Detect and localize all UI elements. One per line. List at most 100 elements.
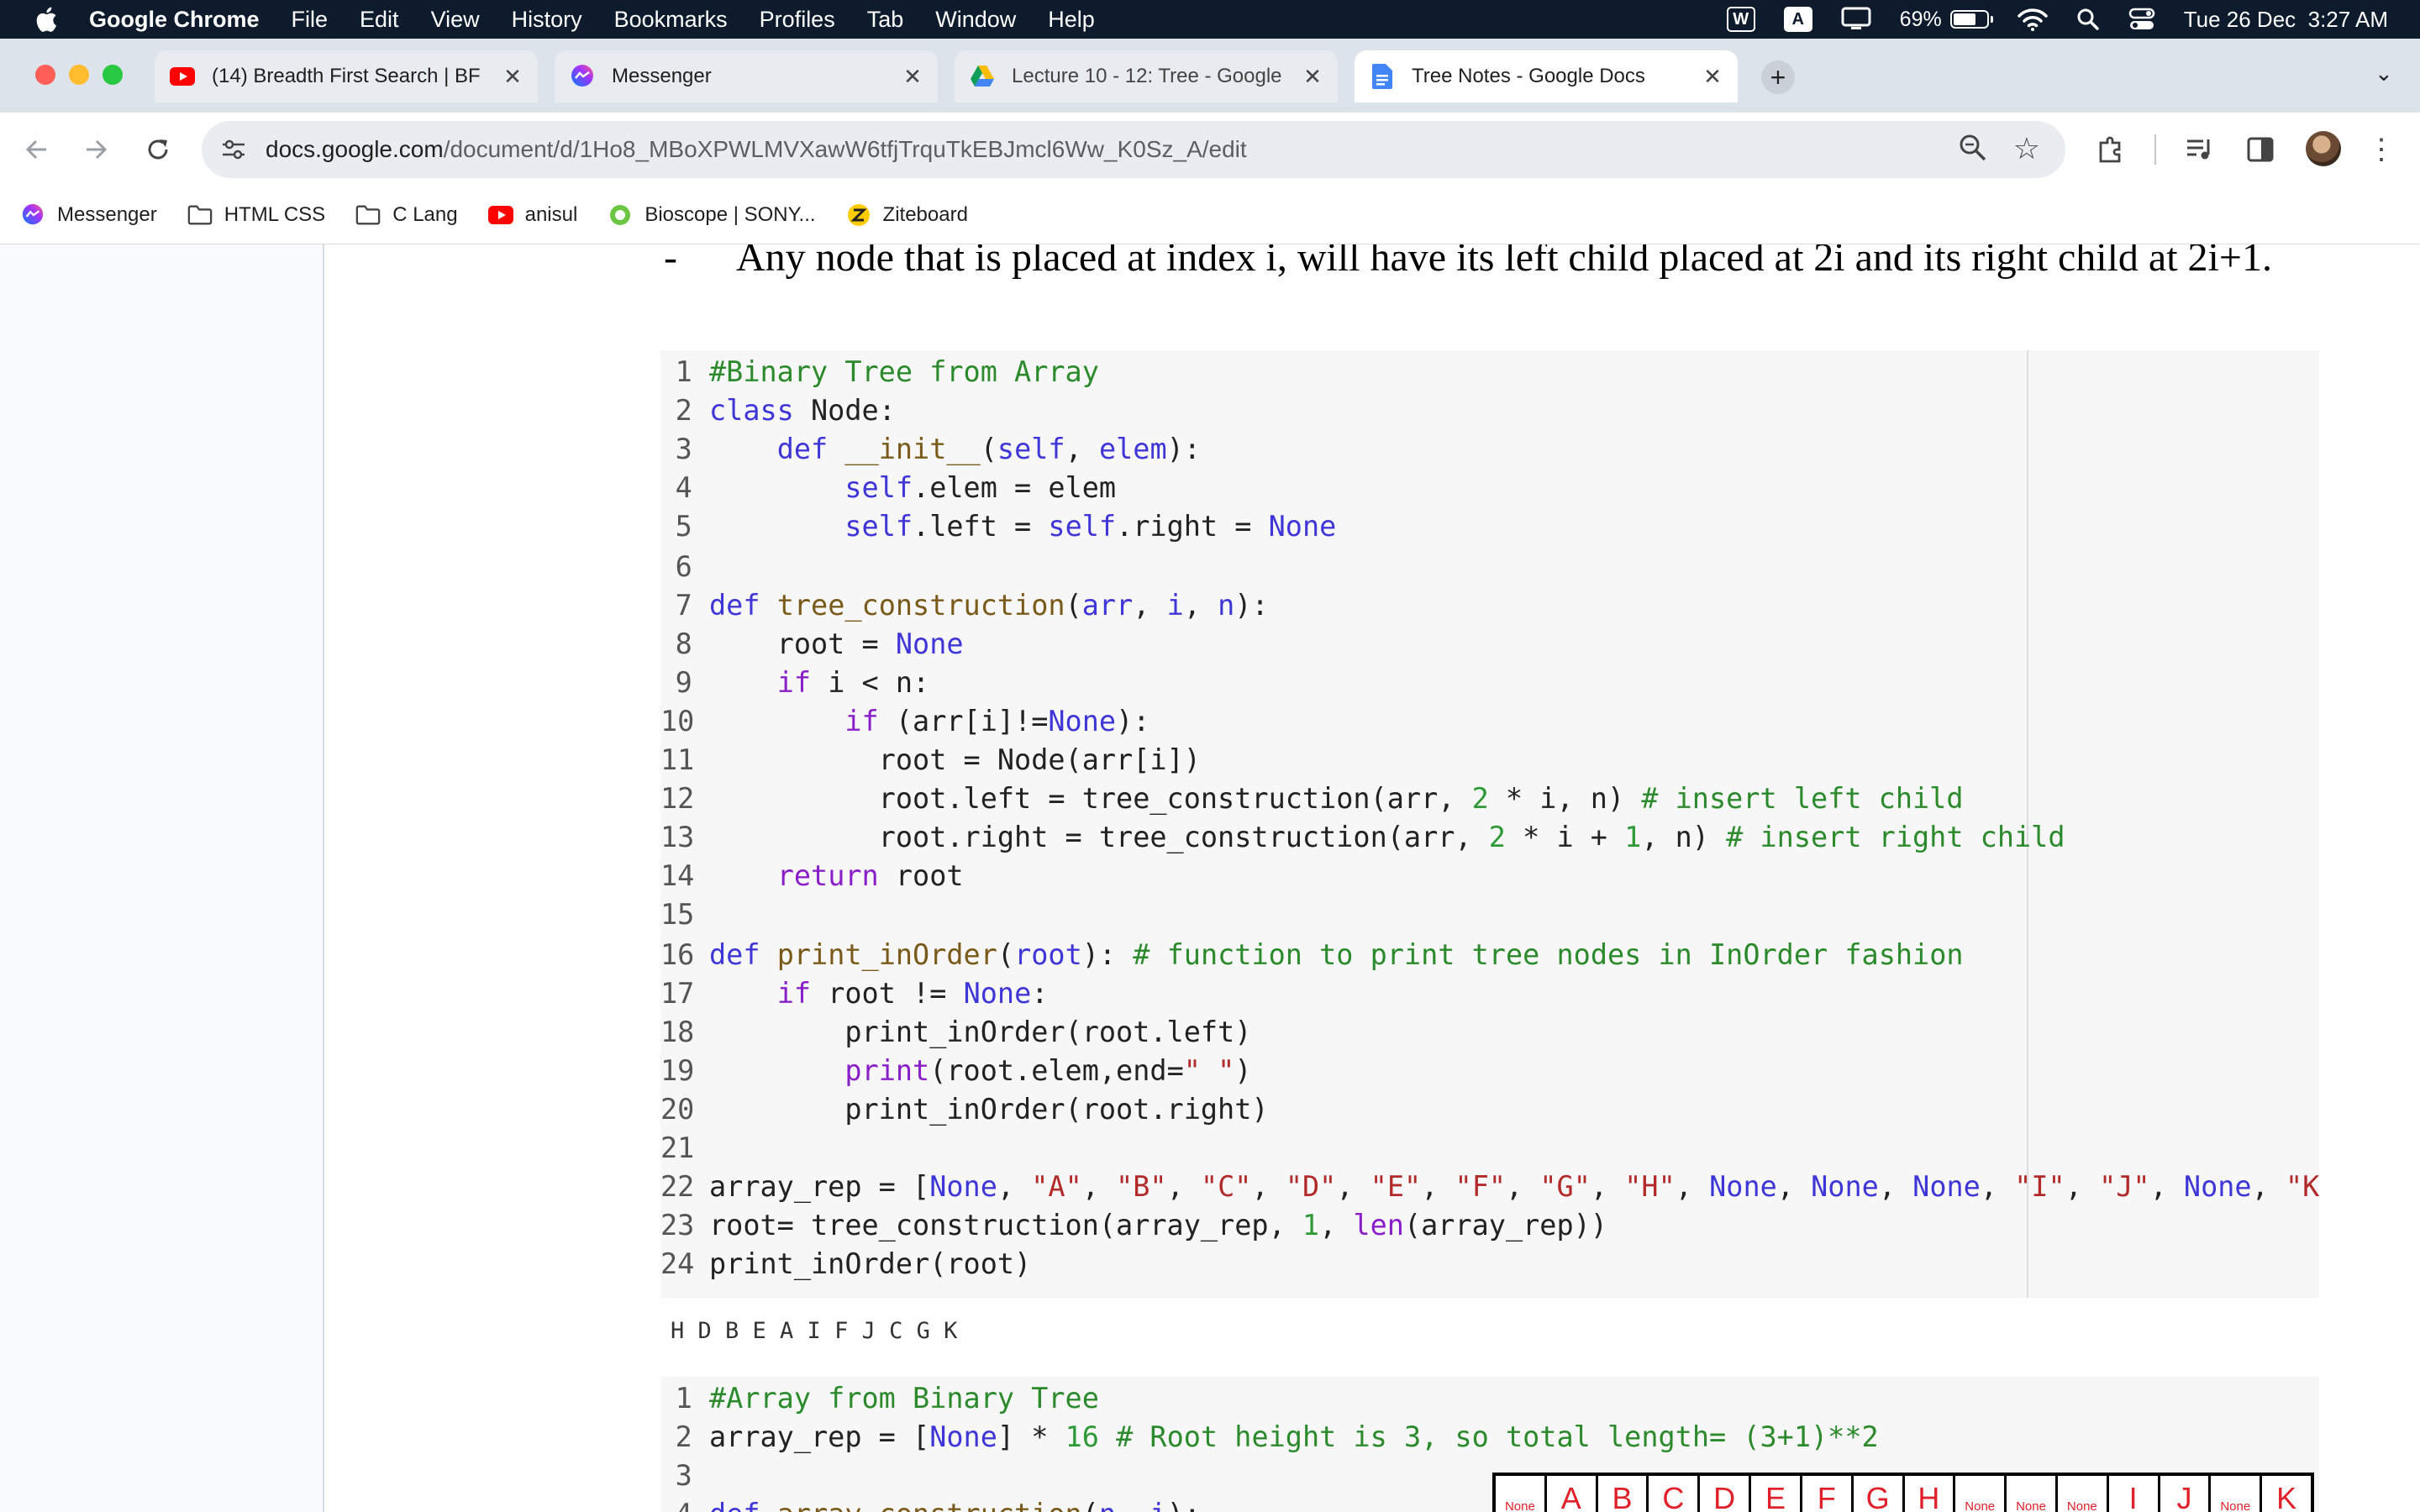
battery-percent: 69% (1899, 7, 1942, 31)
ziteboard-icon (846, 202, 871, 228)
array-cell: B (1598, 1476, 1649, 1512)
bookmark-label: anisul (524, 203, 578, 226)
wifi-icon[interactable] (2017, 8, 2048, 31)
menu-bar-clock[interactable]: Tue 26 Dec 3:27 AM (2184, 7, 2388, 33)
code-line: 21 (660, 1131, 712, 1164)
code-output-text: H D B E A I F J C G K (671, 1318, 958, 1344)
zoom-icon[interactable] (1958, 133, 1988, 167)
media-controls-icon[interactable] (2181, 131, 2218, 168)
bookmark-label: HTML CSS (224, 203, 326, 226)
code-line: 18 print_inOrder(root.left) (660, 1016, 1252, 1048)
tab-close-icon[interactable]: ✕ (897, 64, 928, 90)
menu-file[interactable]: File (292, 7, 329, 33)
array-cell: None (1496, 1476, 1547, 1512)
url-path: /document/d/1Ho8_MBoXPWLMVXawW6tfjTrquTk… (443, 136, 1247, 162)
menu-profiles[interactable]: Profiles (760, 7, 835, 33)
bookmark-label: Bioscope | SONY... (644, 203, 816, 226)
bioscope-icon (608, 202, 633, 228)
code-line: 1 #Binary Tree from Array (675, 355, 1099, 388)
menu-app-name[interactable]: Google Chrome (89, 7, 260, 33)
array-cell: I (2109, 1476, 2160, 1512)
menu-bookmarks[interactable]: Bookmarks (614, 7, 728, 33)
code-line: 1 #Array from Binary Tree (675, 1382, 1099, 1415)
extensions-icon[interactable] (2092, 131, 2129, 168)
code-line: 11 root = Node(arr[i]) (660, 743, 1201, 776)
address-bar[interactable]: docs.google.com/document/d/1Ho8_MBoXPWLM… (202, 121, 2065, 178)
window-minimize-button[interactable] (69, 65, 89, 85)
tab-close-icon[interactable]: ✕ (497, 64, 528, 90)
code-line: 24 print_inOrder(root) (660, 1247, 1032, 1280)
new-tab-button[interactable]: + (1761, 60, 1795, 94)
bookmark-label: Messenger (57, 203, 157, 226)
tab-close-icon[interactable]: ✕ (1297, 64, 1328, 90)
menu-history[interactable]: History (512, 7, 582, 33)
folder-icon (355, 202, 381, 228)
bookmark-bioscope[interactable]: Bioscope | SONY... (608, 202, 816, 228)
code-image-binary-tree-from-array[interactable]: 1 #Binary Tree from Array 2 class Node: … (660, 350, 2319, 1298)
spotlight-search-icon[interactable] (2076, 8, 2100, 31)
word-icon[interactable]: W (1726, 7, 1755, 32)
control-center-icon[interactable] (2128, 8, 2155, 31)
code-line: 14 return root (660, 859, 964, 892)
bookmark-star-icon[interactable]: ☆ (2013, 131, 2040, 166)
back-button[interactable] (17, 129, 57, 170)
bookmark-c-lang[interactable]: C Lang (355, 202, 458, 228)
profile-avatar[interactable] (2306, 131, 2341, 166)
array-cell: None (2007, 1476, 2058, 1512)
input-source-icon[interactable]: A (1783, 7, 1812, 32)
code-line: 17 if root != None: (660, 977, 1049, 1010)
bookmark-ziteboard[interactable]: Ziteboard (846, 202, 968, 228)
tab-messenger[interactable]: Messenger ✕ (555, 50, 938, 102)
menu-window[interactable]: Window (935, 7, 1016, 33)
battery-icon[interactable] (1949, 10, 1993, 29)
bookmark-html-css[interactable]: HTML CSS (187, 202, 325, 228)
google-drive-icon (970, 64, 995, 89)
array-cell: G (1854, 1476, 1905, 1512)
tab-tree-notes[interactable]: Tree Notes - Google Docs ✕ (1355, 50, 1738, 102)
side-panel-icon[interactable] (2242, 131, 2279, 168)
chrome-menu-icon[interactable]: ⋮ (2363, 131, 2400, 168)
tab-strip: (14) Breadth First Search | BF ✕ Messeng… (0, 39, 2420, 113)
tab-close-icon[interactable]: ✕ (1697, 64, 1728, 90)
apple-icon[interactable] (32, 5, 59, 34)
google-docs-icon (1370, 64, 1395, 89)
url-text[interactable]: docs.google.com/document/d/1Ho8_MBoXPWLM… (266, 136, 1247, 163)
macos-menu-bar: Google Chrome File Edit View History Boo… (0, 0, 2420, 39)
tab-search-chevron-icon[interactable]: ⌄ (2375, 60, 2393, 87)
code-line: 23 root= tree_construction(array_rep, 1,… (660, 1209, 1607, 1242)
menu-help[interactable]: Help (1048, 7, 1095, 33)
menu-tab[interactable]: Tab (867, 7, 904, 33)
code-line: 4 def array_construction(n, i): (660, 1498, 1201, 1512)
tab-youtube-bfs[interactable]: (14) Breadth First Search | BF ✕ (155, 50, 538, 102)
display-icon[interactable] (1841, 7, 1871, 32)
code-line: 9 if i < n: (675, 666, 930, 699)
bookmark-label: Ziteboard (882, 203, 968, 226)
code-line: 4 self.elem = elem (675, 471, 1117, 504)
menu-view[interactable]: View (431, 7, 480, 33)
tab-lecture-tree[interactable]: Lecture 10 - 12: Tree - Google ✕ (955, 50, 1338, 102)
browser-toolbar: docs.google.com/document/d/1Ho8_MBoXPWLM… (0, 113, 2420, 186)
array-diagram-image[interactable]: None A B C D E F G H None None None I J None K (1492, 1473, 2314, 1512)
site-info-icon[interactable] (217, 133, 250, 166)
bookmark-anisul[interactable]: anisul (487, 202, 578, 228)
window-zoom-button[interactable] (103, 65, 123, 85)
code-line: 6 (675, 550, 709, 583)
youtube-icon (170, 64, 195, 89)
folder-icon (187, 202, 213, 228)
forward-button[interactable] (76, 129, 116, 170)
code-line: 22 array_rep = [None, "A", "B", "C", "D"… (660, 1170, 2319, 1203)
array-cell: None (2211, 1476, 2263, 1512)
window-close-button[interactable] (35, 65, 55, 85)
code-line: 15 (660, 898, 712, 931)
reload-button[interactable] (138, 129, 178, 170)
code-line: 10 if (arr[i]!=None): (660, 705, 1150, 738)
docs-content-area: - Any node that is placed at index i, wi… (0, 244, 2420, 1512)
tab-title: Messenger (612, 65, 712, 87)
code-line: 16 def print_inOrder(root): # function t… (660, 938, 1964, 971)
menu-edit[interactable]: Edit (360, 7, 399, 33)
bullet-dash: - (664, 244, 677, 280)
url-host: docs.google.com (266, 136, 444, 162)
bookmark-messenger[interactable]: Messenger (20, 202, 157, 228)
code-line: 7 def tree_construction(arr, i, n): (675, 589, 1269, 622)
bookmarks-bar: Messenger HTML CSS C Lang anisul Bioscop… (0, 186, 2420, 244)
